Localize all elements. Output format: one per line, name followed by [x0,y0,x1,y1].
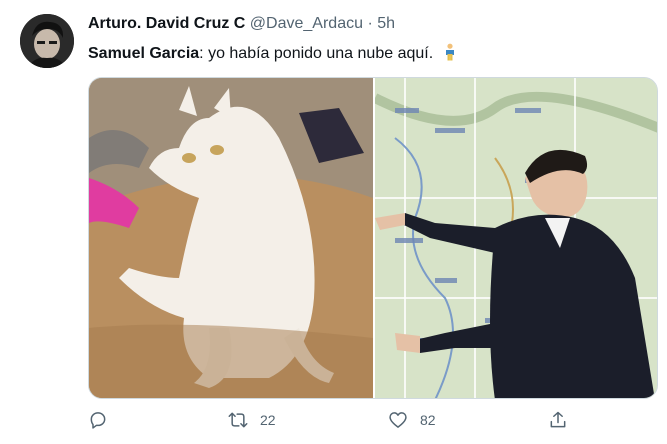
cat-photo[interactable] [89,78,373,398]
tweet-header: Arturo. David Cruz C @Dave_Ardacu · 5h [88,15,395,33]
speaker-name: Samuel Garcia [88,45,200,62]
tweet-body: : yo había ponido una nube aquí. [199,45,434,62]
user-handle[interactable]: @Dave_Ardacu [250,15,363,32]
display-name[interactable]: Arturo. David Cruz C [88,15,245,32]
man-standing-icon [445,43,454,61]
retweet-button[interactable]: 22 [228,410,276,430]
avatar[interactable] [20,14,74,68]
reply-button[interactable] [88,410,108,430]
tweet-media[interactable] [88,77,658,399]
like-count: 82 [420,412,436,428]
map-photo[interactable] [375,78,657,398]
separator-dot: · [367,15,373,32]
avatar-image [20,14,74,68]
reply-icon [90,412,106,429]
retweet-count: 22 [260,412,276,428]
timestamp[interactable]: 5h [377,15,395,32]
map-presenter-image [375,78,657,398]
tweet-actions: 22 82 [88,410,658,434]
retweet-icon [228,412,248,428]
tweet-text: Samuel Garcia: yo había ponido una nube … [88,43,458,63]
heart-icon [389,412,407,428]
share-button[interactable] [548,410,568,430]
share-icon [550,411,566,428]
like-button[interactable]: 82 [388,410,436,430]
cat-image [89,78,373,398]
